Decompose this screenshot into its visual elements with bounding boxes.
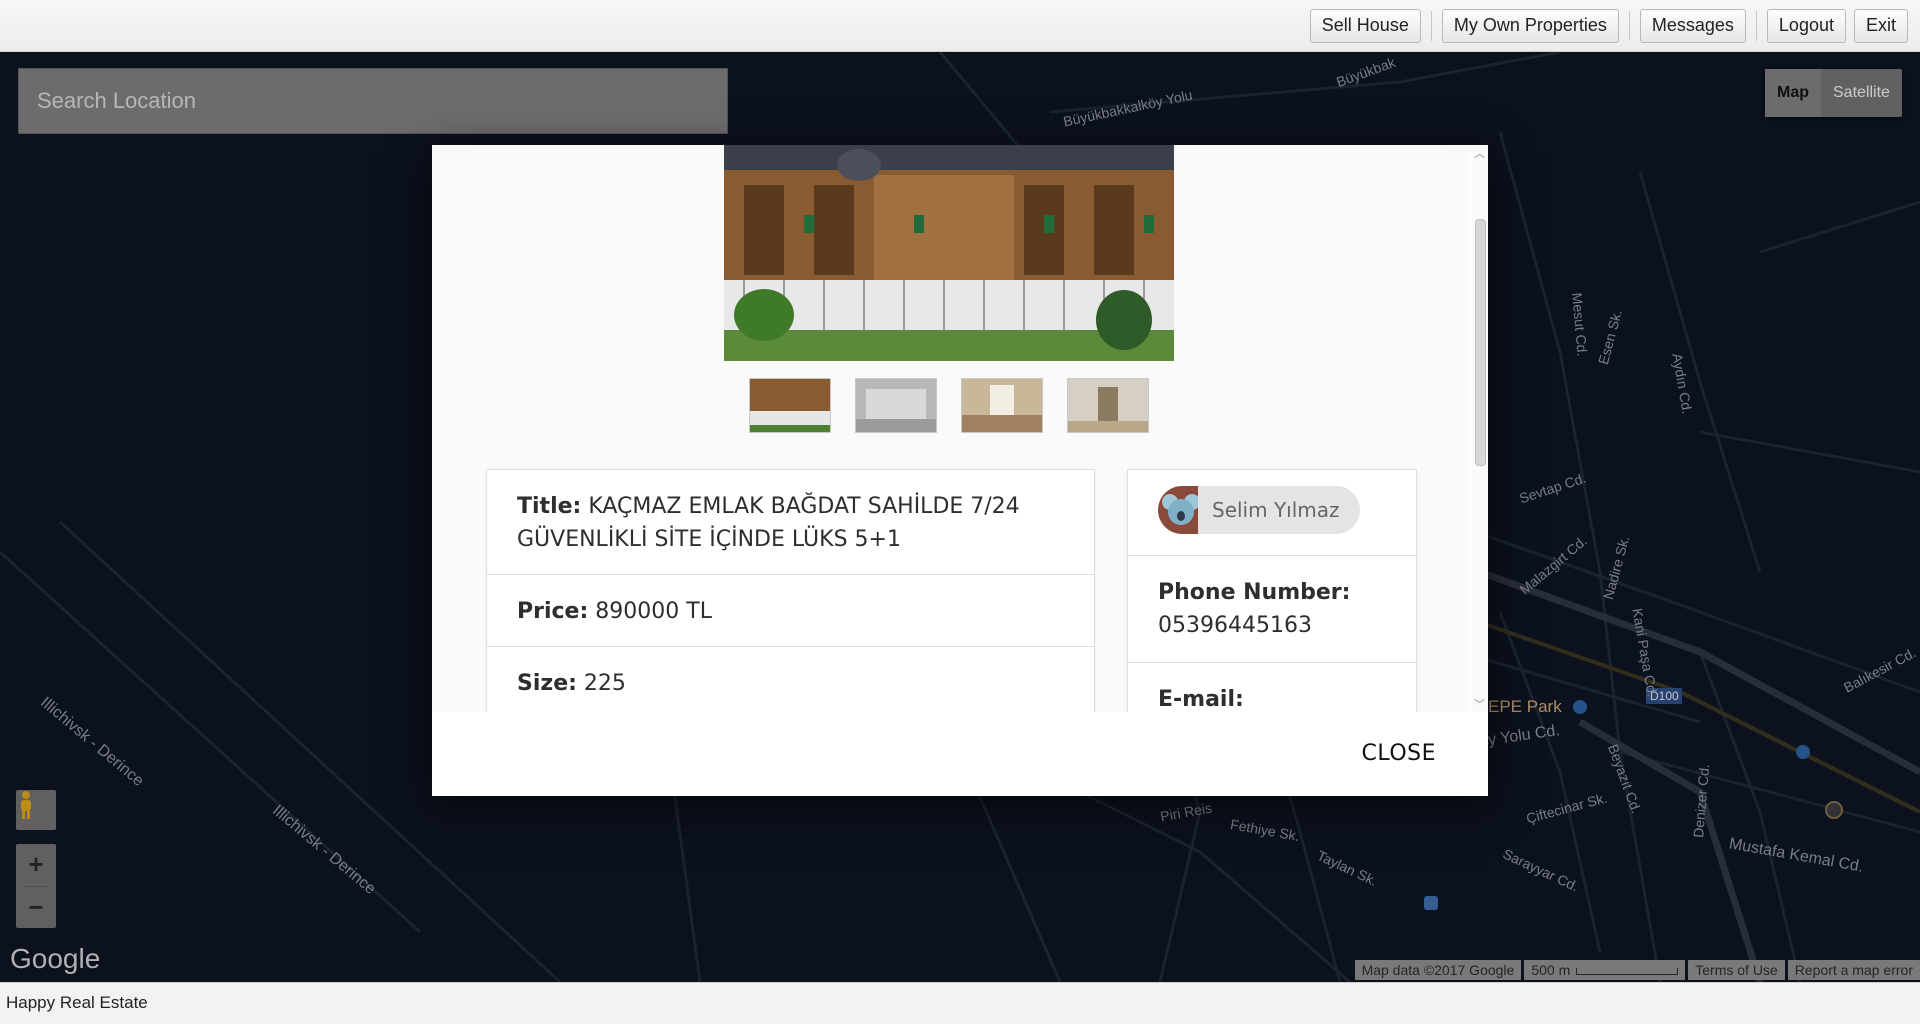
dialog-scrollbar[interactable]: ︿ ﹀ (1471, 145, 1488, 712)
close-button[interactable]: CLOSE (1361, 741, 1436, 766)
owner-chip[interactable]: Selim Yılmaz (1158, 486, 1360, 534)
phone-value: 05396445163 (1158, 613, 1312, 638)
toolbar-separator (1430, 10, 1432, 41)
title-row: Title: KAÇMAZ EMLAK BAĞDAT SAHİLDE 7/24 … (487, 470, 1094, 575)
email-label: E-mail: (1158, 687, 1244, 712)
thumbnail-image[interactable] (855, 378, 937, 433)
phone-label: Phone Number: (1158, 580, 1351, 605)
property-main-photo (724, 145, 1174, 361)
app-name: Happy Real Estate (6, 993, 148, 1012)
koala-avatar-icon (1158, 486, 1198, 534)
email-row: E-mail: (1128, 662, 1416, 712)
property-info-card: Title: KAÇMAZ EMLAK BAĞDAT SAHİLDE 7/24 … (486, 469, 1095, 712)
scroll-down-icon[interactable]: ﹀ (1474, 696, 1485, 712)
toolbar-separator (1628, 10, 1630, 41)
scroll-up-icon[interactable]: ︿ (1474, 145, 1485, 161)
size-label: Size: (517, 671, 577, 696)
my-own-properties-button[interactable]: My Own Properties (1441, 8, 1619, 43)
dialog-scroll-area[interactable]: Title: KAÇMAZ EMLAK BAĞDAT SAHİLDE 7/24 … (432, 145, 1470, 712)
thumbnail-image[interactable] (749, 378, 831, 433)
price-value: 890000 TL (595, 599, 712, 624)
owner-contact-card: Selim Yılmaz Phone Number: 05396445163 E… (1127, 469, 1417, 712)
top-toolbar: Sell House My Own Properties Messages Lo… (0, 0, 1920, 52)
price-row: Price: 890000 TL (487, 575, 1094, 647)
logout-button[interactable]: Logout (1766, 8, 1846, 43)
size-value: 225 (583, 671, 626, 696)
toolbar-separator (1755, 10, 1757, 41)
thumbnail-image[interactable] (961, 378, 1043, 433)
messages-button[interactable]: Messages (1639, 8, 1746, 43)
sell-house-button[interactable]: Sell House (1309, 8, 1421, 43)
title-value: KAÇMAZ EMLAK BAĞDAT SAHİLDE 7/24 GÜVENLİ… (517, 494, 1020, 552)
thumbnail-image[interactable] (1067, 378, 1149, 433)
size-row: Size: 225 (487, 647, 1094, 712)
exit-button[interactable]: Exit (1853, 8, 1908, 43)
owner-name: Selim Yılmaz (1212, 498, 1340, 522)
scrollbar-thumb[interactable] (1475, 219, 1486, 466)
phone-row: Phone Number: 05396445163 (1128, 555, 1416, 662)
property-detail-dialog: Title: KAÇMAZ EMLAK BAĞDAT SAHİLDE 7/24 … (432, 145, 1488, 796)
price-label: Price: (517, 599, 589, 624)
photo-thumbnails (749, 378, 1173, 433)
title-label: Title: (517, 494, 582, 519)
status-bar: Happy Real Estate (0, 982, 1920, 1024)
